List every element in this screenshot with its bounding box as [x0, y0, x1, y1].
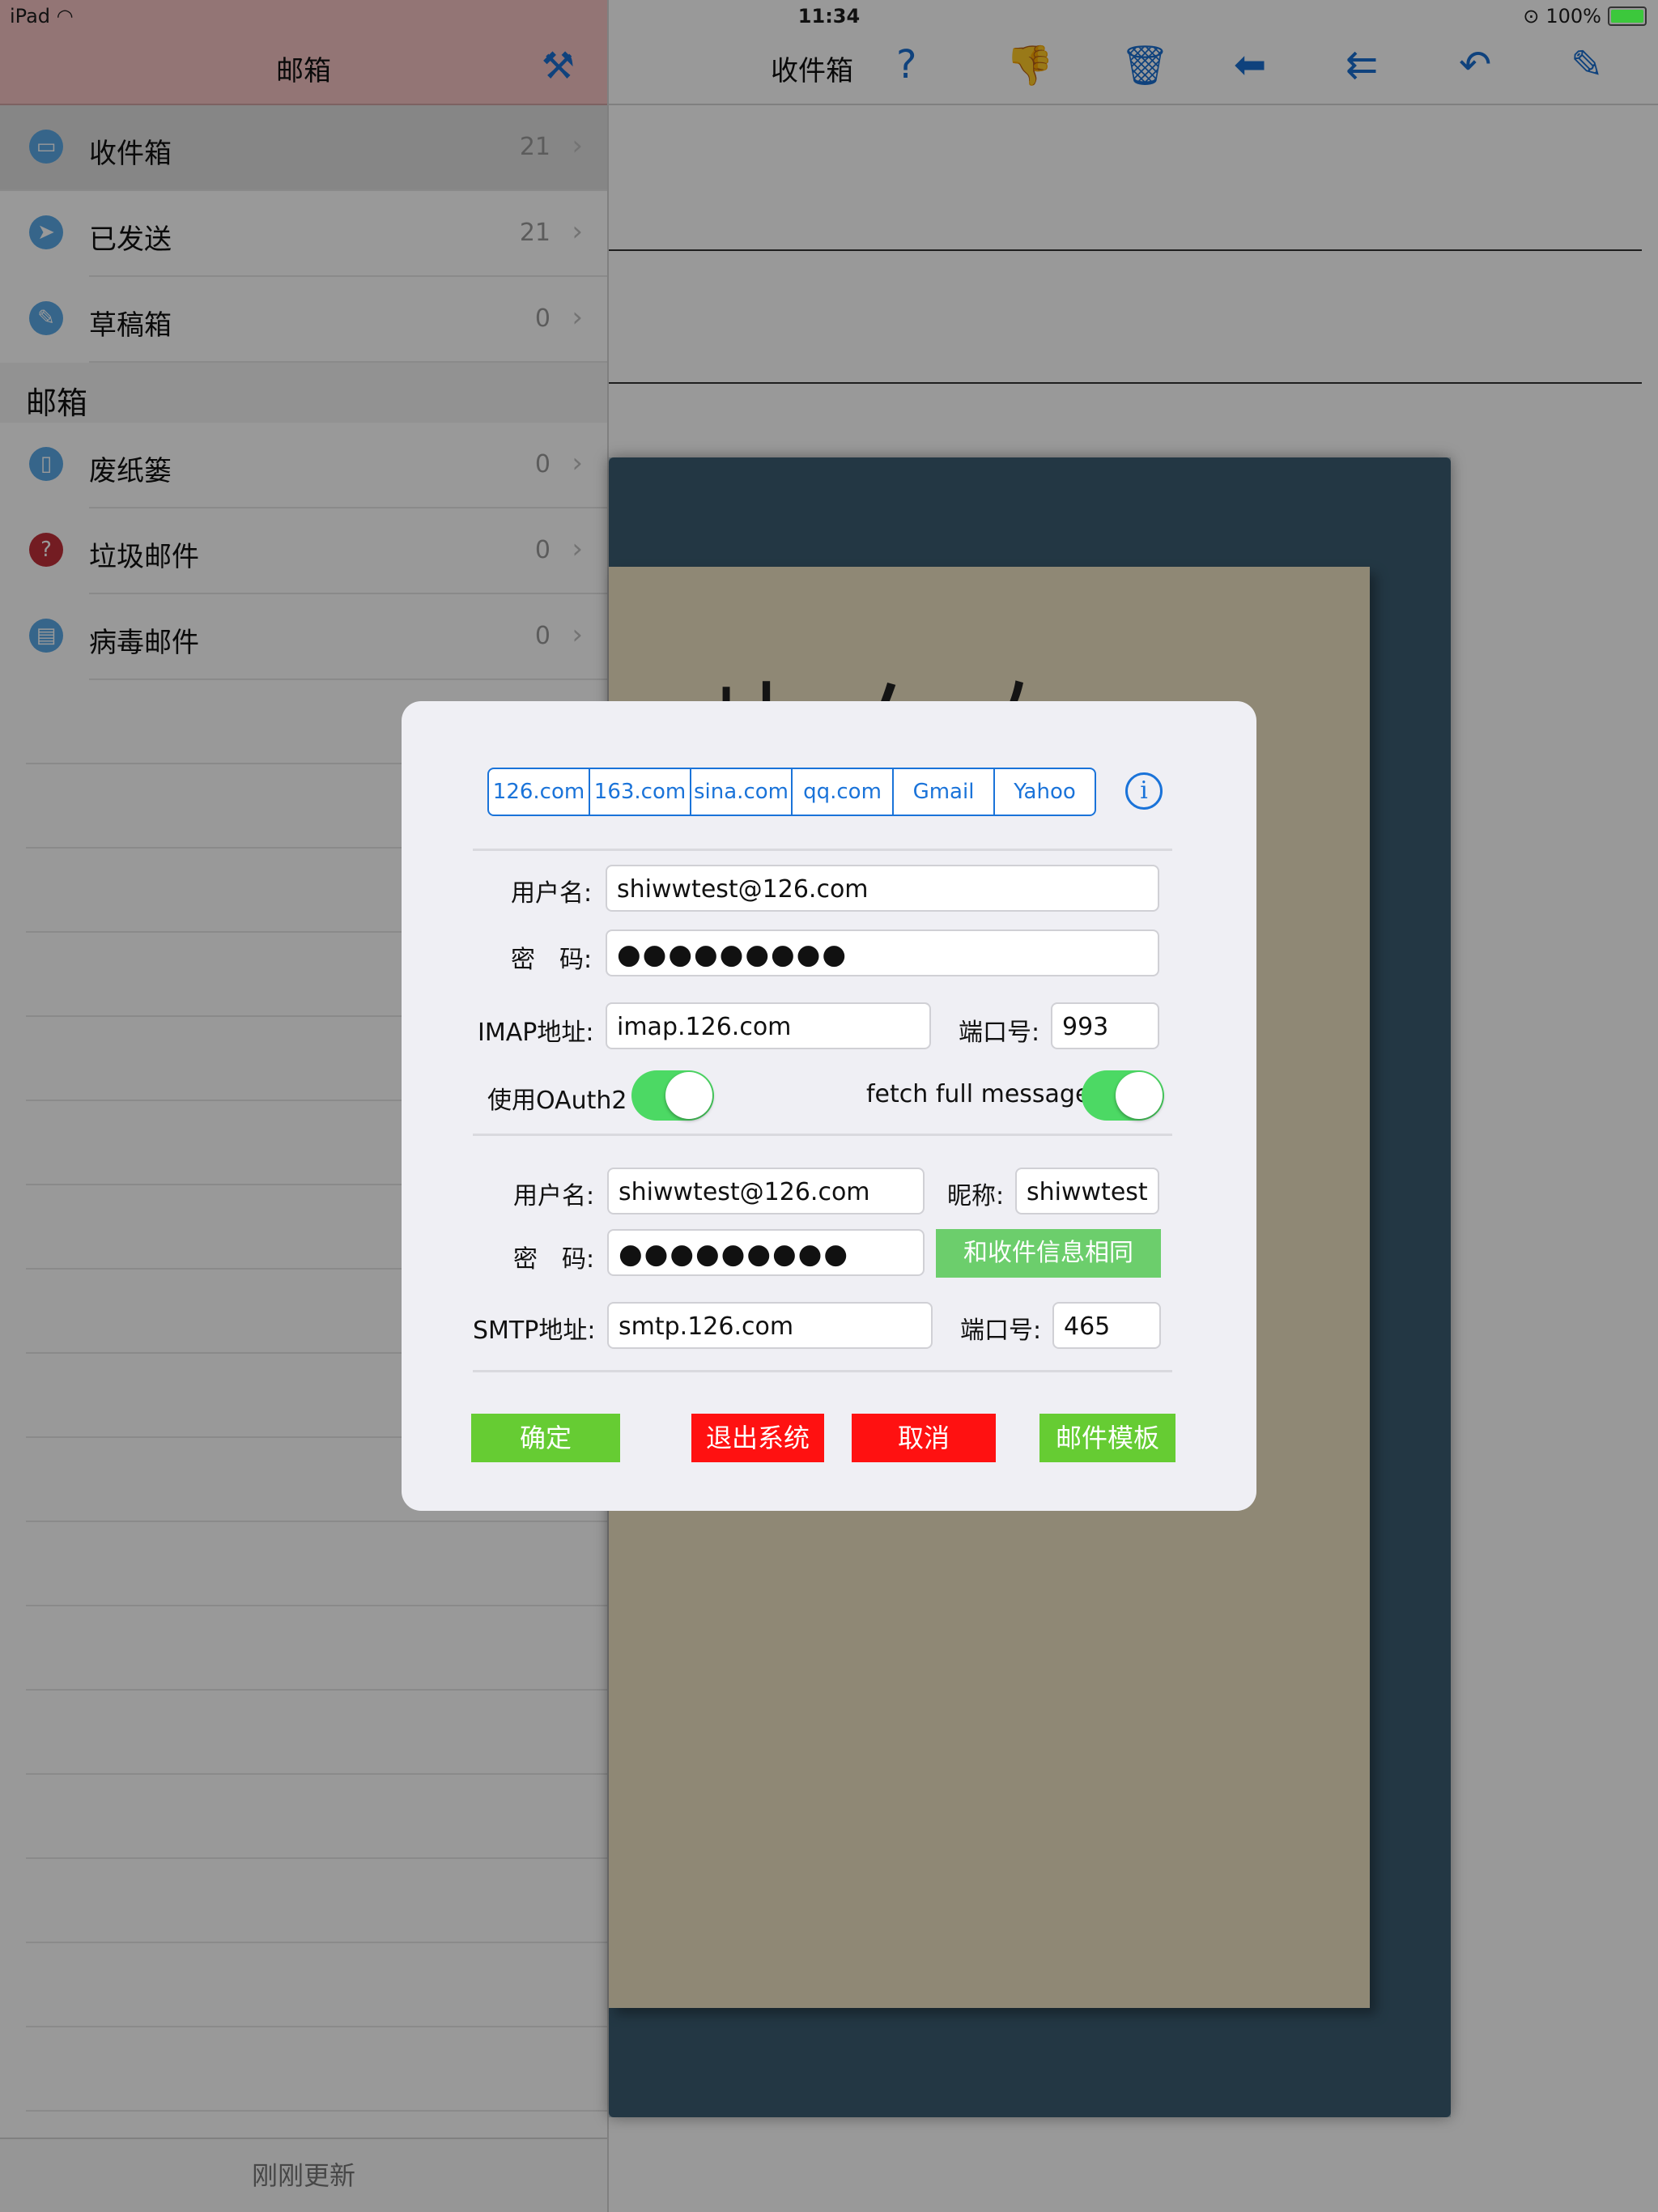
provider-yahoo[interactable]: Yahoo [995, 769, 1095, 815]
section-divider [473, 1370, 1172, 1372]
status-bar: iPad ◠ 11:34 ⊙ 100% [0, 0, 1658, 32]
imap-port-label: 端口号: [959, 1019, 1040, 1047]
smtp-nickname-field[interactable]: shiwwtest [1015, 1168, 1159, 1214]
same-as-incoming-button[interactable]: 和收件信息相同 [936, 1229, 1161, 1278]
section-divider [473, 1134, 1172, 1136]
account-settings-dialog: 126.com 163.com sina.com qq.com Gmail Ya… [402, 701, 1256, 1511]
smtp-password-label: 密 码: [513, 1245, 595, 1274]
battery-area: ⊙ 100% [1523, 5, 1647, 28]
oauth-label: 使用OAuth2 [487, 1087, 627, 1115]
provider-segmented-control: 126.com 163.com sina.com qq.com Gmail Ya… [487, 768, 1096, 816]
smtp-username-label: 用户名: [513, 1182, 595, 1210]
cancel-button[interactable]: 取消 [852, 1414, 996, 1462]
mail-template-button[interactable]: 邮件模板 [1039, 1414, 1175, 1462]
imap-port-field[interactable]: 993 [1051, 1002, 1159, 1049]
smtp-server-label: SMTP地址: [473, 1317, 596, 1345]
orientation-lock-icon: ⊙ [1523, 5, 1540, 28]
section-divider [473, 849, 1172, 851]
smtp-password-field[interactable]: ●●●●●●●●● [607, 1229, 925, 1276]
logout-button[interactable]: 退出系统 [691, 1414, 824, 1462]
provider-qq[interactable]: qq.com [793, 769, 894, 815]
toggle-knob [1116, 1072, 1163, 1119]
fetch-full-toggle[interactable] [1082, 1070, 1164, 1121]
provider-163[interactable]: 163.com [590, 769, 691, 815]
provider-gmail[interactable]: Gmail [894, 769, 995, 815]
imap-username-label: 用户名: [511, 879, 593, 908]
battery-percent: 100% [1545, 5, 1601, 28]
smtp-username-field[interactable]: shiwwtest@126.com [607, 1168, 925, 1214]
info-icon[interactable]: i [1125, 772, 1163, 810]
imap-password-field[interactable]: ●●●●●●●●● [606, 929, 1159, 976]
smtp-server-field[interactable]: smtp.126.com [607, 1302, 933, 1349]
clock: 11:34 [797, 5, 861, 28]
imap-server-field[interactable]: imap.126.com [606, 1002, 931, 1049]
smtp-nickname-label: 昵称: [947, 1182, 1005, 1210]
imap-password-label: 密 码: [511, 946, 593, 974]
oauth-toggle[interactable] [631, 1070, 714, 1121]
smtp-port-label: 端口号: [960, 1317, 1042, 1345]
toggle-knob [665, 1072, 712, 1119]
provider-sina[interactable]: sina.com [691, 769, 793, 815]
imap-server-label: IMAP地址: [478, 1019, 594, 1047]
battery-icon [1608, 6, 1647, 26]
provider-126[interactable]: 126.com [489, 769, 590, 815]
confirm-button[interactable]: 确定 [471, 1414, 620, 1462]
fetch-full-label: fetch full message [866, 1080, 1090, 1108]
imap-username-field[interactable]: shiwwtest@126.com [606, 865, 1159, 912]
smtp-port-field[interactable]: 465 [1052, 1302, 1161, 1349]
